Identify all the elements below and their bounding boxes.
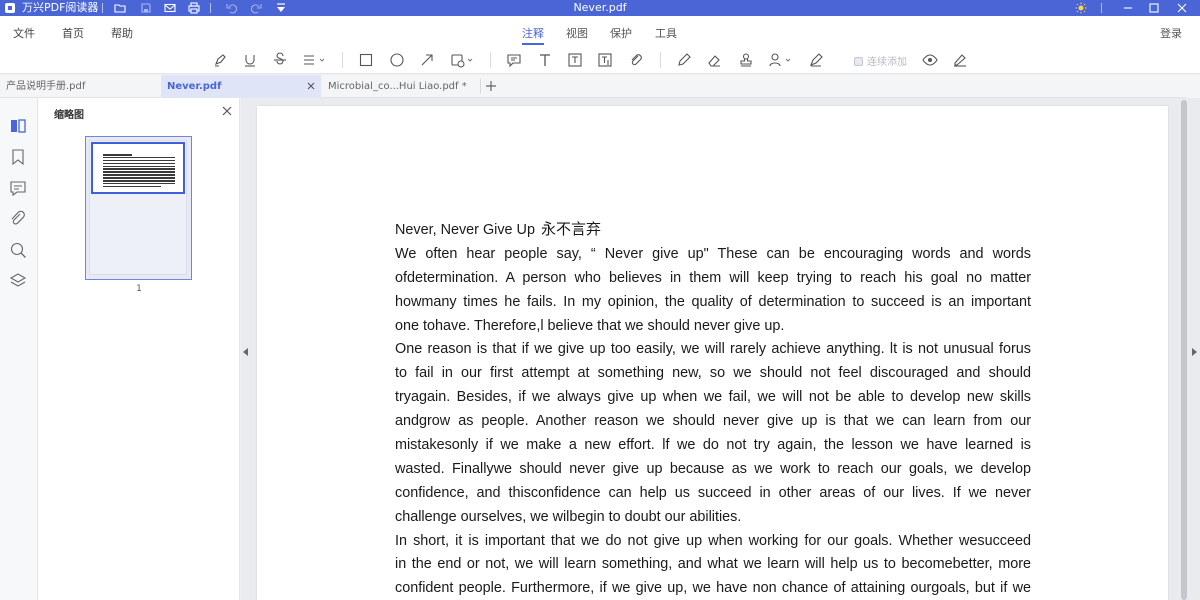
bookmark-icon[interactable] (9, 148, 27, 166)
heading-chinese: 永不言弃 (540, 220, 601, 238)
login-link[interactable]: 登录 (1160, 25, 1182, 41)
text-box-icon[interactable] (567, 52, 583, 68)
minimize-icon[interactable] (1122, 2, 1134, 14)
tab-label: 产品说明手册.pdf (6, 81, 86, 92)
thumbnail-viewport[interactable] (91, 142, 185, 194)
callout-icon[interactable] (597, 52, 613, 68)
comments-icon[interactable] (9, 179, 27, 197)
strikethrough-icon[interactable] (272, 52, 288, 68)
arrow-icon[interactable] (419, 52, 435, 68)
rectangle-icon[interactable] (358, 52, 374, 68)
shape-dropdown-icon[interactable] (450, 52, 476, 68)
scrollbar-thumb[interactable] (1181, 100, 1187, 600)
tab-annotate[interactable]: 注释 (522, 25, 544, 45)
page-text-block: Never, Never Give Up 永不言弃 We often hear p… (395, 218, 1031, 600)
tab-label: Never.pdf (167, 81, 222, 92)
tab-manual-pdf[interactable]: 产品说明手册.pdf (0, 75, 160, 98)
note-comment-icon[interactable] (506, 52, 522, 68)
text-line: confidence, and thisconfidence can help … (395, 484, 1031, 501)
toolbar-separator (490, 52, 491, 68)
close-panel-icon[interactable] (222, 106, 232, 116)
menu-home[interactable]: 首页 (62, 25, 84, 41)
text-line: mistakesonly if we make a new effort. lf… (395, 437, 1031, 454)
continuous-add-checkbox[interactable] (854, 57, 863, 66)
tab-never-pdf[interactable]: Never.pdf (161, 75, 321, 98)
text-line: howmany times he fails. In my opinion, t… (395, 293, 1031, 310)
stamp-icon[interactable] (738, 52, 754, 68)
eraser-icon[interactable] (706, 52, 722, 68)
tab-view[interactable]: 视图 (566, 25, 588, 41)
text-line: One reason is that if we give up too eas… (395, 341, 1031, 358)
heading-english: Never, Never Give Up (395, 222, 535, 238)
highlight-icon[interactable] (212, 52, 228, 68)
text-line: andgrow as people. Another reason we sho… (395, 413, 1031, 430)
oval-icon[interactable] (389, 52, 405, 68)
tab-divider (480, 79, 481, 94)
layers-icon[interactable] (9, 272, 27, 290)
close-tab-icon[interactable] (305, 80, 317, 92)
new-tab-plus-icon[interactable] (484, 79, 498, 93)
title-bar: 万兴PDF阅读器 Never.pdf (0, 0, 1200, 16)
menu-help[interactable]: 帮助 (111, 25, 133, 41)
tab-label: Microbial_co...Hui Liao.pdf * (328, 81, 467, 92)
signature-dropdown-icon[interactable] (768, 52, 794, 68)
thumbnail-text-preview (103, 154, 175, 189)
pencil-icon[interactable] (676, 52, 692, 68)
document-tab-bar: 产品说明手册.pdf Never.pdf Microbial_co...Hui … (0, 75, 1200, 98)
tab-microbial-pdf[interactable]: Microbial_co...Hui Liao.pdf * (322, 75, 480, 98)
document-heading: Never, Never Give Up 永不言弃 (395, 218, 1031, 243)
theme-sun-icon[interactable] (1075, 2, 1087, 14)
text-line: to fail in our first attempt at somethin… (395, 365, 1031, 382)
expand-right-panel-icon[interactable] (1192, 348, 1197, 356)
page-thumbnail[interactable] (85, 136, 192, 280)
text-line: In short, it is important that we do not… (395, 532, 1031, 549)
document-viewer[interactable]: Never, Never Give Up 永不言弃 We often hear p… (241, 98, 1200, 600)
text-markup-dropdown-icon[interactable] (302, 52, 328, 68)
continuous-add-label: 连续添加 (867, 57, 907, 68)
thumbnails-panel-icon[interactable] (9, 117, 27, 135)
tab-scroll[interactable] (1186, 75, 1200, 98)
text-lines: We often hear people say, “ Never give u… (395, 243, 1031, 600)
text-tool-icon[interactable] (537, 52, 553, 68)
text-line: wasted. Finallywe should never give up b… (395, 460, 1031, 477)
text-line: confident people. Furthermore, if we giv… (395, 580, 1031, 597)
title-separator-3 (1101, 3, 1102, 13)
tab-protect[interactable]: 保护 (610, 25, 632, 41)
attachment-icon[interactable] (628, 52, 644, 68)
toolbar-separator (660, 52, 661, 68)
collapse-left-panel-icon[interactable] (243, 348, 248, 356)
text-line: one tohave. Therefore,l believe that we … (395, 317, 785, 334)
pdf-page[interactable]: Never, Never Give Up 永不言弃 We often hear p… (257, 106, 1168, 600)
continuous-add-toggle[interactable]: 连续添加 (854, 53, 907, 68)
text-line: challenge ourselves, we wilbegin to doub… (395, 508, 742, 525)
thumbnail-panel-title: 缩略图 (54, 110, 84, 121)
maximize-icon[interactable] (1148, 2, 1160, 14)
menu-toolbar: 文件 首页 帮助 注释 视图 保护 工具 登录 连续添加 (0, 16, 1200, 74)
text-line: We often hear people say, “ Never give u… (395, 245, 1031, 262)
text-line: in the end or not, we will learn somethi… (395, 556, 1031, 573)
window-document-title: Never.pdf (573, 1, 627, 14)
thumbnail-page-number: 1 (136, 284, 142, 294)
underline-icon[interactable] (242, 52, 258, 68)
menu-file[interactable]: 文件 (13, 25, 35, 41)
toolbar-separator (342, 52, 343, 68)
left-sidebar-rail (0, 98, 38, 600)
text-line: ofdetermination. A person who believes i… (395, 269, 1031, 286)
measure-icon[interactable] (808, 52, 824, 68)
vertical-scrollbar[interactable] (1180, 98, 1188, 600)
search-icon[interactable] (9, 241, 27, 259)
thumbnail-panel: 缩略图 1 (38, 98, 240, 600)
show-annotations-eye-icon[interactable] (922, 52, 938, 68)
text-line: tryagain. Besides, if we always give up … (395, 389, 1031, 406)
tab-tools[interactable]: 工具 (655, 25, 677, 41)
attachments-icon[interactable] (9, 210, 27, 228)
annotation-properties-icon[interactable] (952, 52, 968, 68)
close-window-icon[interactable] (1176, 2, 1188, 14)
